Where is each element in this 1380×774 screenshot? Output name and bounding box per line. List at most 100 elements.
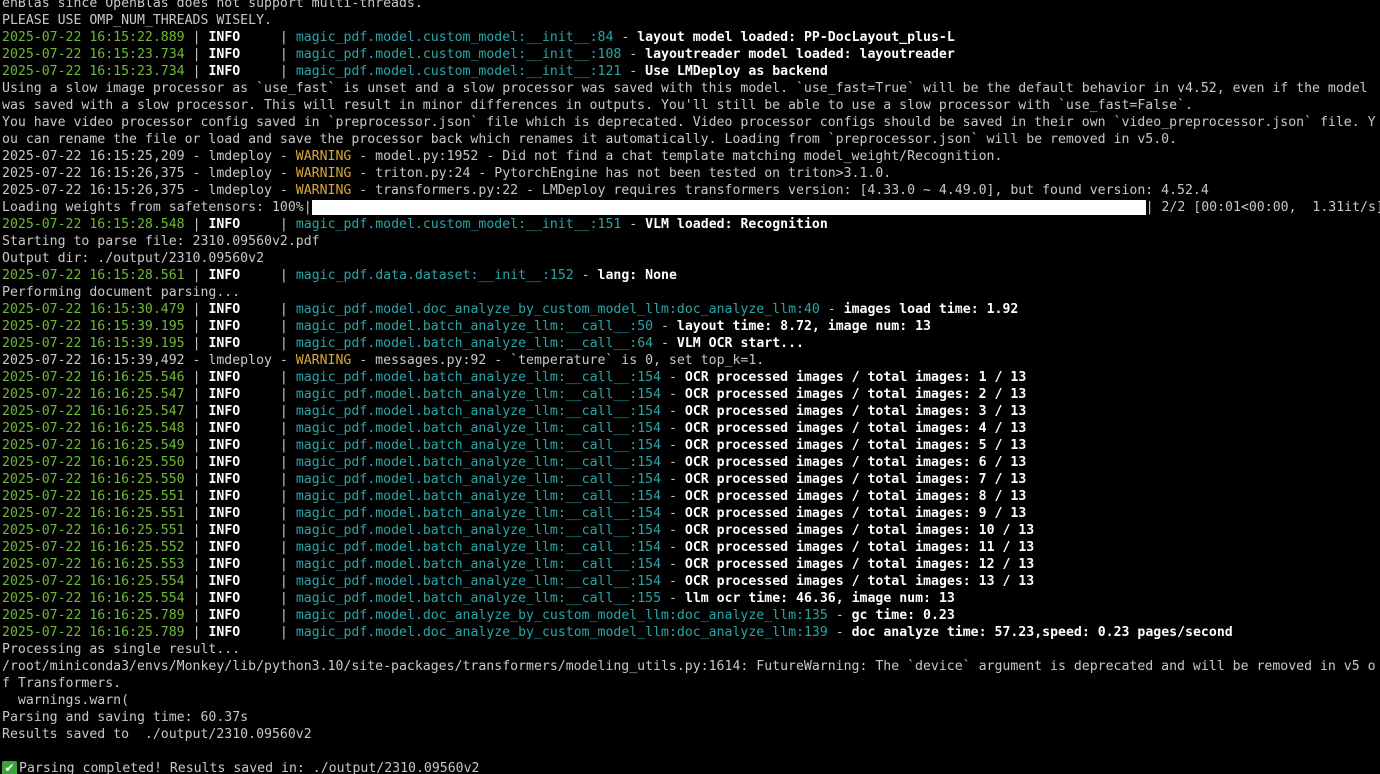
log-message: OCR processed images / total images: 3 /… — [684, 404, 1027, 419]
log-timestamp: 2025-07-22 16:16:25.554 — [2, 591, 185, 606]
separator: - — [661, 506, 685, 521]
level-padding — [240, 370, 272, 385]
output-line: /root/miniconda3/envs/Monkey/lib/python3… — [2, 658, 1380, 675]
level-padding — [240, 217, 272, 232]
log-line: 2025-07-22 16:15:28.548 | INFO | magic_p… — [2, 216, 1380, 233]
log-message: Use LMDeploy as backend — [645, 64, 828, 79]
separator: | — [184, 336, 209, 351]
output-line: Using a slow image processor as `use_fas… — [2, 80, 1380, 97]
output-line: enBlas since OpenBlas does not support m… — [2, 0, 1380, 12]
log-message: layout time: 8.72, image num: 13 — [676, 319, 931, 334]
separator: - — [661, 387, 685, 402]
log-message: images load time: 1.92 — [843, 302, 1019, 317]
log-line: 2025-07-22 16:16:25.549 | INFO | magic_p… — [2, 437, 1380, 454]
separator: | — [184, 574, 209, 589]
separator: | — [184, 489, 209, 504]
log-timestamp: 2025-07-22 16:16:25.551 — [2, 523, 185, 538]
separator: | — [184, 64, 209, 79]
separator: | — [271, 438, 296, 453]
separator: | — [184, 404, 209, 419]
separator: | — [184, 268, 209, 283]
level-padding — [240, 47, 272, 62]
log-message: OCR processed images / total images: 9 /… — [684, 506, 1027, 521]
line-text: ou can rename the file or load and save … — [2, 132, 1178, 147]
log-timestamp: 2025-07-22 16:15:23.734 — [2, 47, 185, 62]
log-level: INFO — [208, 574, 241, 589]
log-source: magic_pdf.model.custom_model:__init__:15… — [295, 217, 622, 232]
log-level: INFO — [208, 625, 241, 640]
output-line: ou can rename the file or load and save … — [2, 131, 1380, 148]
line-text: You have video processor config saved in… — [2, 115, 1376, 130]
warning-prefix: 2025-07-22 16:15:39,492 - lmdeploy - — [2, 353, 296, 368]
separator: - — [661, 557, 685, 572]
log-timestamp: 2025-07-22 16:15:39.195 — [2, 319, 185, 334]
separator: - — [661, 489, 685, 504]
log-message: OCR processed images / total images: 1 /… — [684, 370, 1027, 385]
separator: | — [184, 421, 209, 436]
log-message: OCR processed images / total images: 11 … — [684, 540, 1035, 555]
separator: | — [184, 472, 209, 487]
log-level: INFO — [208, 64, 241, 79]
line-text: Parsing and saving time: 60.37s — [2, 710, 249, 725]
separator: | — [271, 387, 296, 402]
log-level: INFO — [208, 421, 241, 436]
log-level: INFO — [208, 319, 241, 334]
separator: | — [271, 319, 296, 334]
separator: - — [621, 217, 646, 232]
log-timestamp: 2025-07-22 16:16:25.789 — [2, 625, 185, 640]
log-source: magic_pdf.model.doc_analyze_by_custom_mo… — [295, 625, 828, 640]
separator: | — [184, 217, 209, 232]
separator: - — [661, 574, 685, 589]
separator: - — [661, 455, 685, 470]
separator: | — [271, 557, 296, 572]
log-line: 2025-07-22 16:15:39.195 | INFO | magic_p… — [2, 335, 1380, 352]
log-timestamp: 2025-07-22 16:16:25.552 — [2, 540, 185, 555]
log-level: INFO — [208, 30, 241, 45]
log-level: INFO — [208, 489, 241, 504]
log-level: INFO — [208, 557, 241, 572]
log-line: 2025-07-22 16:15:23.734 | INFO | magic_p… — [2, 46, 1380, 63]
warning-message: - transformers.py:22 - LMDeploy requires… — [351, 183, 1209, 198]
log-source: magic_pdf.model.custom_model:__init__:12… — [295, 64, 622, 79]
log-line: 2025-07-22 16:15:22.889 | INFO | magic_p… — [2, 29, 1380, 46]
progress-bar-fill — [311, 200, 1146, 215]
line-text: Results saved to ./output/2310.09560v2 — [2, 727, 312, 742]
log-source: magic_pdf.model.batch_analyze_llm:__call… — [295, 472, 662, 487]
separator: - — [819, 302, 844, 317]
level-padding — [240, 438, 272, 453]
log-source: magic_pdf.model.batch_analyze_llm:__call… — [295, 387, 662, 402]
line-text: f Transformers. — [2, 676, 122, 691]
log-source: magic_pdf.model.batch_analyze_llm:__call… — [295, 523, 662, 538]
separator: | — [184, 523, 209, 538]
log-level: INFO — [208, 540, 241, 555]
log-line: 2025-07-22 16:16:25.553 | INFO | magic_p… — [2, 556, 1380, 573]
log-level: INFO — [208, 387, 241, 402]
level-padding — [240, 523, 272, 538]
warning-prefix: 2025-07-22 16:15:25,209 - lmdeploy - — [2, 149, 296, 164]
log-message: lang: None — [597, 268, 677, 283]
level-padding — [240, 625, 272, 640]
output-line: Performing document parsing... — [2, 284, 1380, 301]
separator: | — [271, 64, 296, 79]
separator: - — [827, 608, 852, 623]
log-level: INFO — [208, 438, 241, 453]
warning-line: 2025-07-22 16:15:26,375 - lmdeploy - WAR… — [2, 182, 1380, 199]
log-level: INFO — [208, 608, 241, 623]
output-line: Starting to parse file: 2310.09560v2.pdf — [2, 233, 1380, 250]
separator: | — [184, 370, 209, 385]
separator: - — [827, 625, 852, 640]
level-padding — [240, 608, 272, 623]
separator: - — [613, 30, 638, 45]
warning-message: - model.py:1952 - Did not find a chat te… — [351, 149, 1003, 164]
log-source: magic_pdf.model.batch_analyze_llm:__call… — [295, 489, 662, 504]
separator: | — [184, 591, 209, 606]
separator: - — [653, 336, 677, 351]
log-source: magic_pdf.model.custom_model:__init__:84 — [295, 30, 614, 45]
line-text: Using a slow image processor as `use_fas… — [2, 81, 1368, 96]
log-timestamp: 2025-07-22 16:16:25.550 — [2, 455, 185, 470]
separator: | — [184, 608, 209, 623]
terminal-output[interactable]: enBlas since OpenBlas does not support m… — [0, 0, 1380, 774]
level-padding — [240, 302, 272, 317]
log-message: OCR processed images / total images: 5 /… — [684, 438, 1027, 453]
warning-level: WARNING — [295, 166, 352, 181]
